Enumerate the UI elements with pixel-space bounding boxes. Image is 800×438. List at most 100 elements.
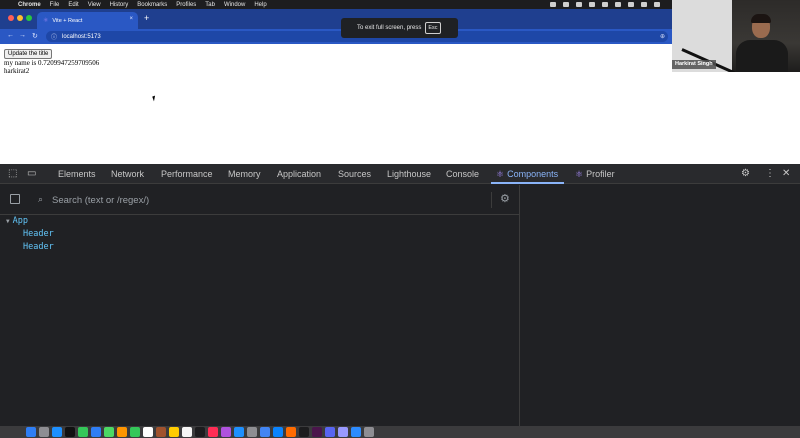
mail-icon[interactable] [91,427,101,437]
maximize-window-icon[interactable] [26,15,32,21]
menu-history[interactable]: History [110,2,129,8]
tab-console[interactable]: Console [446,169,479,179]
select-element-icon[interactable] [10,194,20,204]
menu-profiles[interactable]: Profiles [176,2,196,8]
new-tab-button[interactable]: + [144,13,149,23]
safari-icon[interactable] [52,427,62,437]
device-toolbar-icon[interactable]: ▭ [27,168,36,179]
status-icon[interactable] [589,2,595,7]
launchpad-icon[interactable] [39,427,49,437]
status-icons [550,0,660,9]
notes-icon[interactable] [182,427,192,437]
browser-tab[interactable]: ⚛ Vite + React × [37,12,138,29]
tree-node-app[interactable]: ▼ App [6,216,28,226]
tab-profiler[interactable]: ⚛ Profiler [575,169,615,180]
close-window-icon[interactable] [8,15,14,21]
freeform-icon[interactable] [195,427,205,437]
close-devtools-icon[interactable]: ✕ [782,168,790,179]
react-icon: ⚛ [575,169,584,179]
more-options-icon[interactable]: ⋮ [765,168,775,179]
status-icon[interactable] [576,2,582,7]
tab-sources[interactable]: Sources [338,169,371,179]
close-tab-icon[interactable]: × [129,16,133,22]
update-title-button[interactable]: Update the title [4,49,53,59]
photos-icon[interactable] [117,427,127,437]
forward-icon[interactable]: → [19,32,26,39]
tab-elements[interactable]: Elements [58,169,96,179]
tab-network[interactable]: Network [111,169,144,179]
appstore-icon[interactable] [234,427,244,437]
status-icon[interactable] [563,2,569,7]
status-icon[interactable] [654,2,660,7]
trash-icon[interactable] [364,427,374,437]
status-icon[interactable] [615,2,621,7]
tab-lighthouse[interactable]: Lighthouse [387,169,431,179]
devtools-settings-icon[interactable]: ⚙ [741,168,750,179]
zoom-icon[interactable]: ⊕ [660,33,665,40]
component-name: Header [23,242,54,252]
facetime-icon[interactable] [130,427,140,437]
messages-icon[interactable] [78,427,88,437]
status-icon[interactable] [641,2,647,7]
presenter-body [736,40,788,72]
music-icon[interactable] [208,427,218,437]
premiere-icon[interactable] [338,427,348,437]
tab-application[interactable]: Application [277,169,321,179]
search-icon: ⌕ [38,194,44,204]
tree-node-header[interactable]: Header [23,229,54,239]
component-settings-icon[interactable]: ⚙ [500,192,510,205]
component-search-input[interactable] [52,193,472,207]
slack-icon[interactable] [312,427,322,437]
tab-components-label: Components [507,169,559,179]
reload-icon[interactable]: ↻ [32,32,38,40]
presenter-hair [751,14,771,23]
zoom-app-icon[interactable] [351,427,361,437]
status-icon[interactable] [602,2,608,7]
devtools-tabbar: ⬚ ▭ Elements Network Performance Memory … [0,164,800,184]
menu-help[interactable]: Help [254,2,266,8]
minimize-window-icon[interactable] [17,15,23,21]
active-tab-indicator [491,182,564,184]
brave-icon[interactable] [286,427,296,437]
window-controls [8,15,32,21]
discord-icon[interactable] [325,427,335,437]
back-icon[interactable]: ← [7,32,14,39]
menu-tab[interactable]: Tab [205,2,215,8]
menu-file[interactable]: File [50,2,60,8]
site-info-icon[interactable]: ⓘ [51,32,57,41]
status-icon[interactable] [628,2,634,7]
panel-split-divider[interactable] [519,185,520,426]
tab-performance[interactable]: Performance [161,169,213,179]
menu-window[interactable]: Window [224,2,245,8]
webcam-overlay: Harkirat Singh [672,0,800,72]
expand-caret-icon[interactable]: ▼ [6,218,10,225]
finder-icon[interactable] [26,427,36,437]
tab-components[interactable]: ⚛ Components [496,169,558,180]
maps-icon[interactable] [104,427,114,437]
calendar-icon[interactable] [143,427,153,437]
vscode-icon[interactable] [273,427,283,437]
component-name: Header [23,229,54,239]
menu-edit[interactable]: Edit [68,2,78,8]
chrome-icon[interactable] [260,427,270,437]
fullscreen-toast: To exit full screen, press Esc [341,18,458,38]
fullscreen-toast-text: To exit full screen, press [357,25,422,31]
contacts-icon[interactable] [156,427,166,437]
menu-app-name[interactable]: Chrome [18,2,41,8]
tree-node-header[interactable]: Header [23,242,54,252]
presenter-name-tag: Harkirat Singh [672,60,716,69]
appletv-icon[interactable] [65,427,75,437]
react-icon: ⚛ [496,169,505,179]
menu-view[interactable]: View [88,2,101,8]
podcasts-icon[interactable] [221,427,231,437]
reminders-icon[interactable] [169,427,179,437]
address-url: localhost:5173 [62,33,101,40]
component-name: App [12,216,28,226]
vite-favicon-icon: ⚛ [43,18,49,24]
tab-memory[interactable]: Memory [228,169,261,179]
menu-bookmarks[interactable]: Bookmarks [137,2,167,8]
terminal-icon[interactable] [299,427,309,437]
settings-icon[interactable] [247,427,257,437]
status-icon[interactable] [550,2,556,7]
inspect-element-icon[interactable]: ⬚ [8,168,17,179]
